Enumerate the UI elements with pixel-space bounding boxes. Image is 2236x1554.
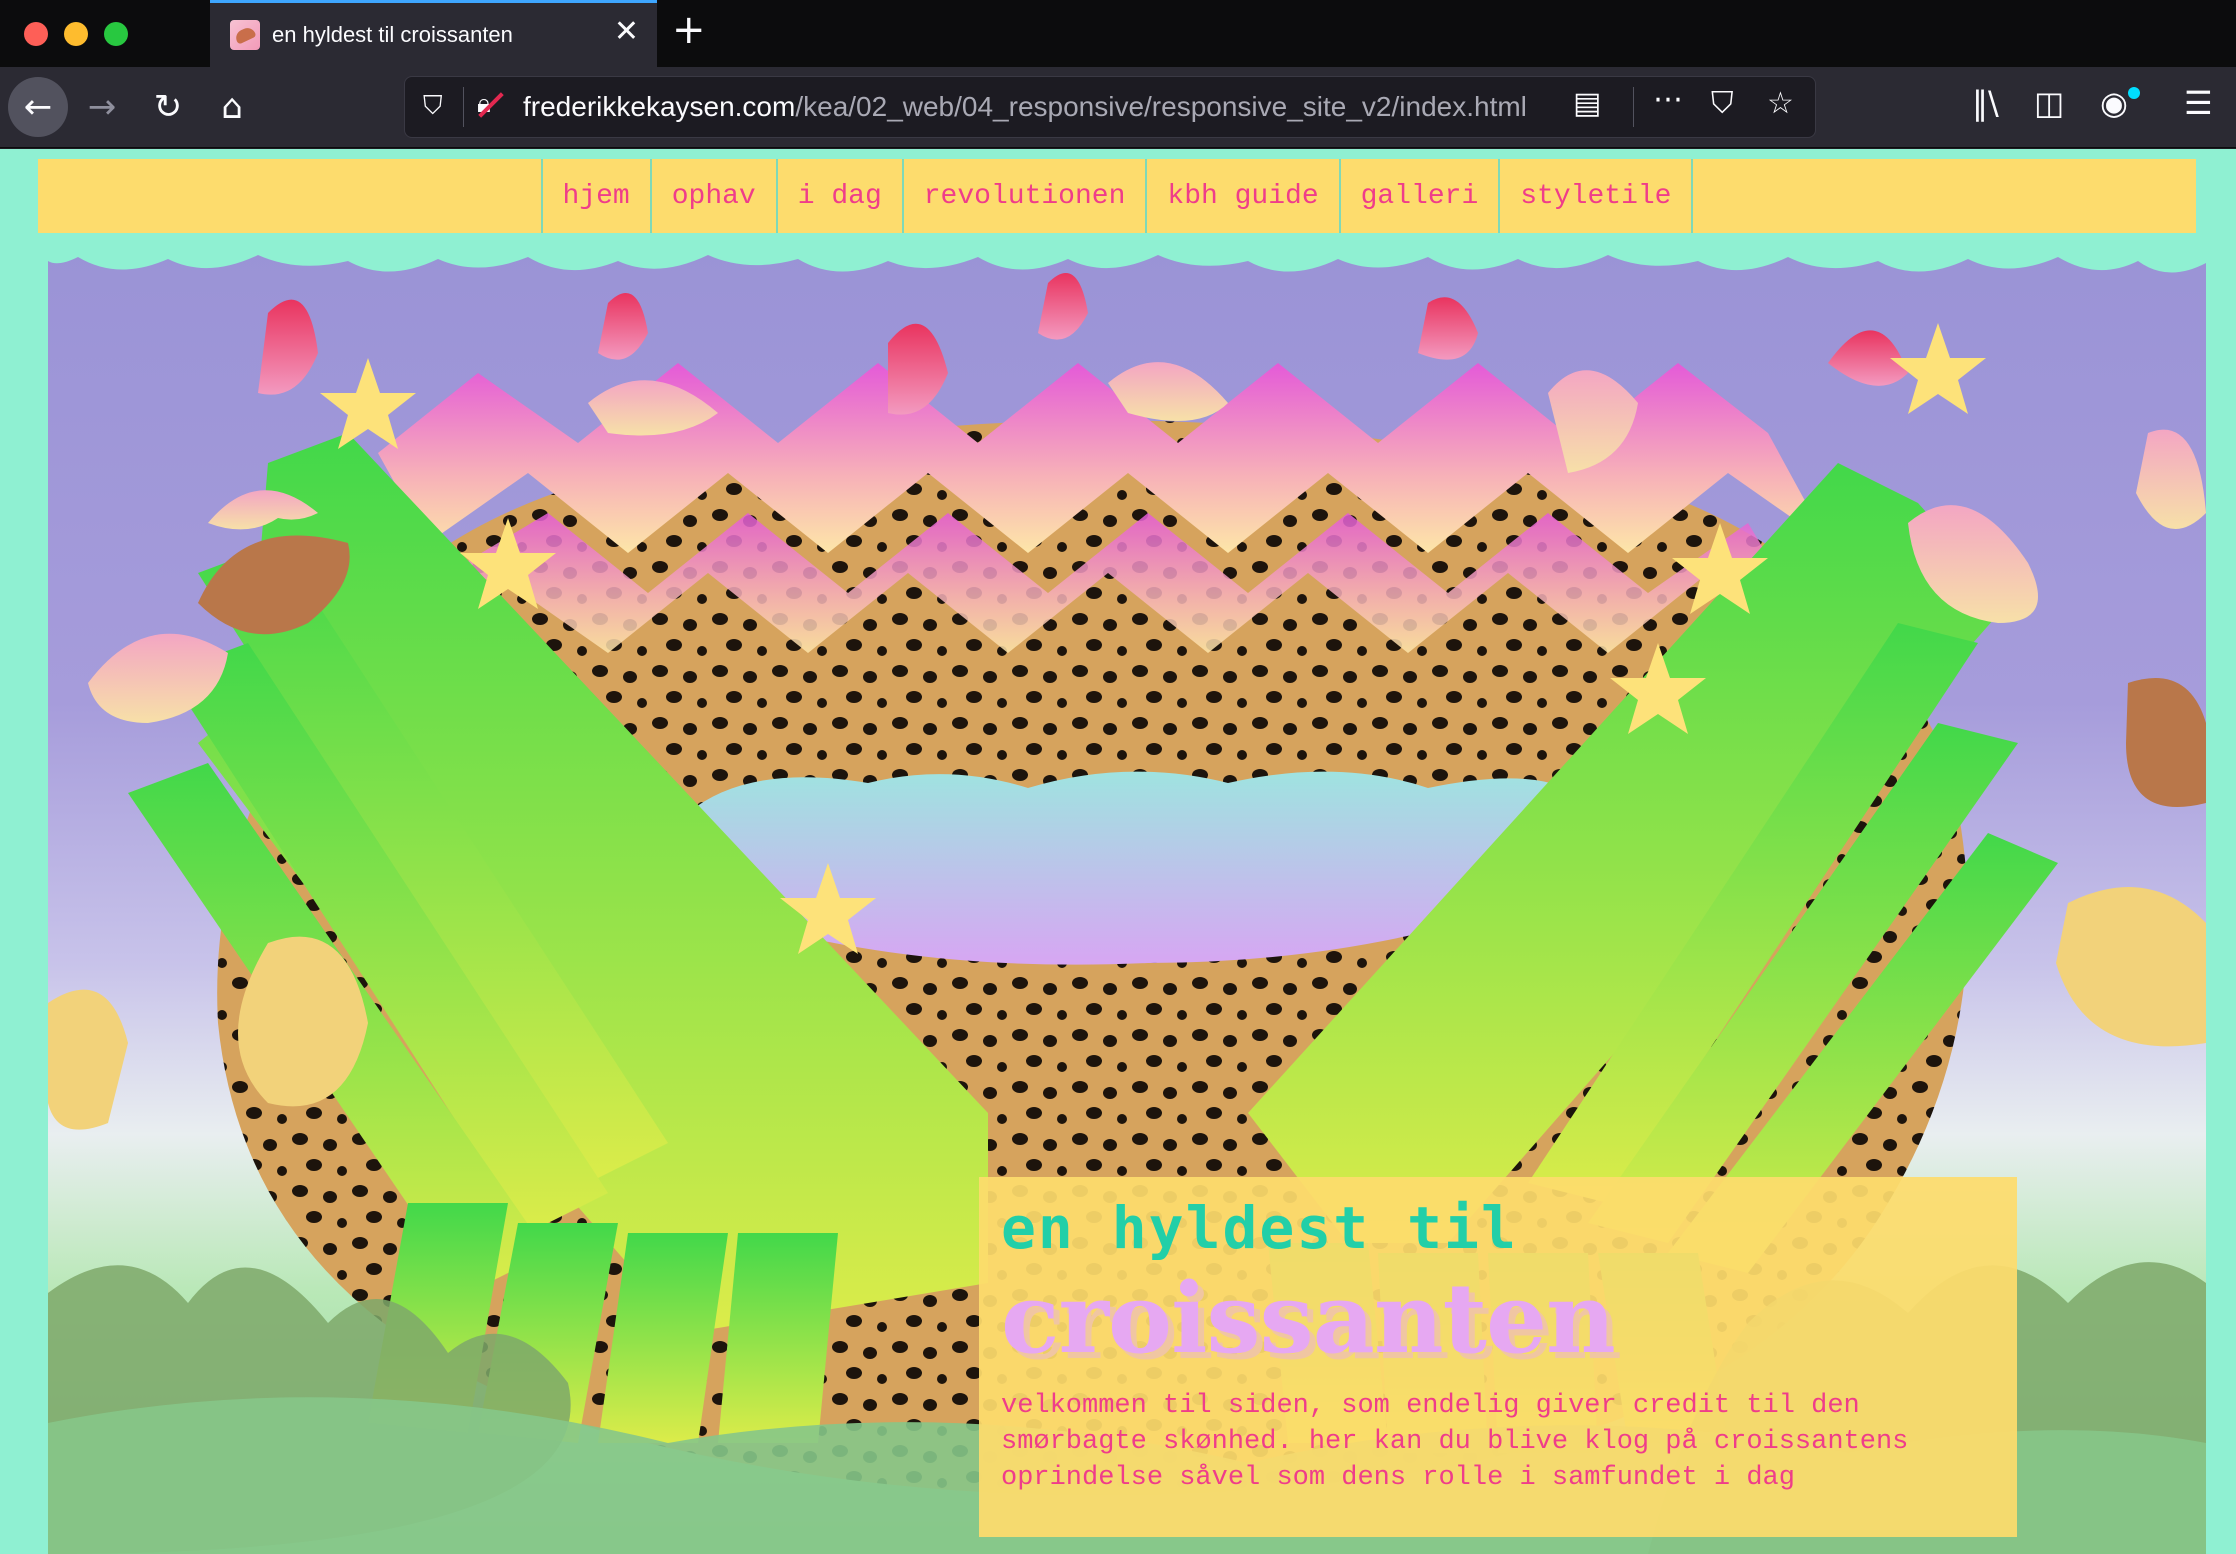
address-divider <box>463 87 464 127</box>
new-tab-icon[interactable]: + <box>672 10 706 50</box>
address-divider-2 <box>1633 87 1634 127</box>
home-icon[interactable]: ⌂ <box>202 77 262 137</box>
minimize-window-button[interactable] <box>64 22 88 46</box>
pocket-icon[interactable]: ⛉ <box>1711 89 1734 119</box>
reader-view-icon[interactable]: ▤ <box>1573 89 1601 119</box>
nav-link-galleri[interactable]: galleri <box>1341 159 1501 233</box>
reload-icon[interactable]: ↻ <box>138 77 198 137</box>
hero-kicker: en hyldest til <box>1001 1194 1518 1262</box>
tracking-shield-icon[interactable]: ⛉ <box>423 91 451 123</box>
hamburger-menu-icon[interactable]: ☰ <box>2184 87 2213 119</box>
url-text[interactable]: frederikkekaysen.com/kea/02_web/04_respo… <box>523 91 1527 123</box>
tab-bar: en hyldest til croissanten ✕ + <box>0 0 2236 67</box>
sidebar-icon[interactable]: ◫ <box>2034 87 2064 119</box>
close-window-button[interactable] <box>24 22 48 46</box>
address-bar[interactable]: ⛉ 🔒︎ frederikkekaysen.com/kea/02_web/04_… <box>404 76 1816 138</box>
hero-text: velkommen til siden, som endelig giver c… <box>1001 1390 1909 1493</box>
active-tab[interactable]: en hyldest til croissanten ✕ <box>210 0 657 67</box>
intro-box: en hyldest til croissanten velkommen til… <box>979 1177 2017 1537</box>
library-icon[interactable]: ‖\ <box>1972 87 1999 119</box>
close-tab-icon[interactable]: ✕ <box>614 17 639 47</box>
account-notification-dot <box>2128 87 2140 99</box>
nav-list: hjem ophav i dag revolutionen kbh guide … <box>540 159 1694 233</box>
insecure-lock-icon[interactable]: 🔒︎ <box>477 89 491 120</box>
forward-arrow-icon[interactable]: → <box>72 77 132 137</box>
maximize-window-button[interactable] <box>104 22 128 46</box>
url-path: /kea/02_web/04_responsive/responsive_sit… <box>795 91 1527 122</box>
url-host: frederikkekaysen.com <box>523 91 796 122</box>
hero-section: en hyldest til croissanten velkommen til… <box>48 243 2206 1554</box>
back-arrow-icon[interactable]: ← <box>8 77 68 137</box>
nav-link-styletile[interactable]: styletile <box>1500 159 1694 233</box>
site-navigation: hjem ophav i dag revolutionen kbh guide … <box>38 159 2196 233</box>
navigation-toolbar: ← → ↻ ⌂ ⛉ 🔒︎ frederikkekaysen.com/kea/02… <box>0 67 2236 148</box>
nav-link-hjem[interactable]: hjem <box>543 159 652 233</box>
tab-title: en hyldest til croissanten <box>272 22 513 47</box>
web-page: hjem ophav i dag revolutionen kbh guide … <box>0 149 2236 1554</box>
nav-link-revolutionen[interactable]: revolutionen <box>904 159 1148 233</box>
croissant-favicon-icon <box>230 20 260 50</box>
nav-link-ophav[interactable]: ophav <box>652 159 778 233</box>
bookmark-star-icon[interactable]: ☆ <box>1767 89 1794 119</box>
nav-link-kbh-guide[interactable]: kbh guide <box>1147 159 1341 233</box>
account-icon[interactable]: ◉ <box>2100 87 2128 119</box>
nav-link-i-dag[interactable]: i dag <box>778 159 904 233</box>
hero-title: croissanten <box>1001 1261 1616 1375</box>
more-actions-icon[interactable]: ⋯ <box>1653 85 1683 115</box>
